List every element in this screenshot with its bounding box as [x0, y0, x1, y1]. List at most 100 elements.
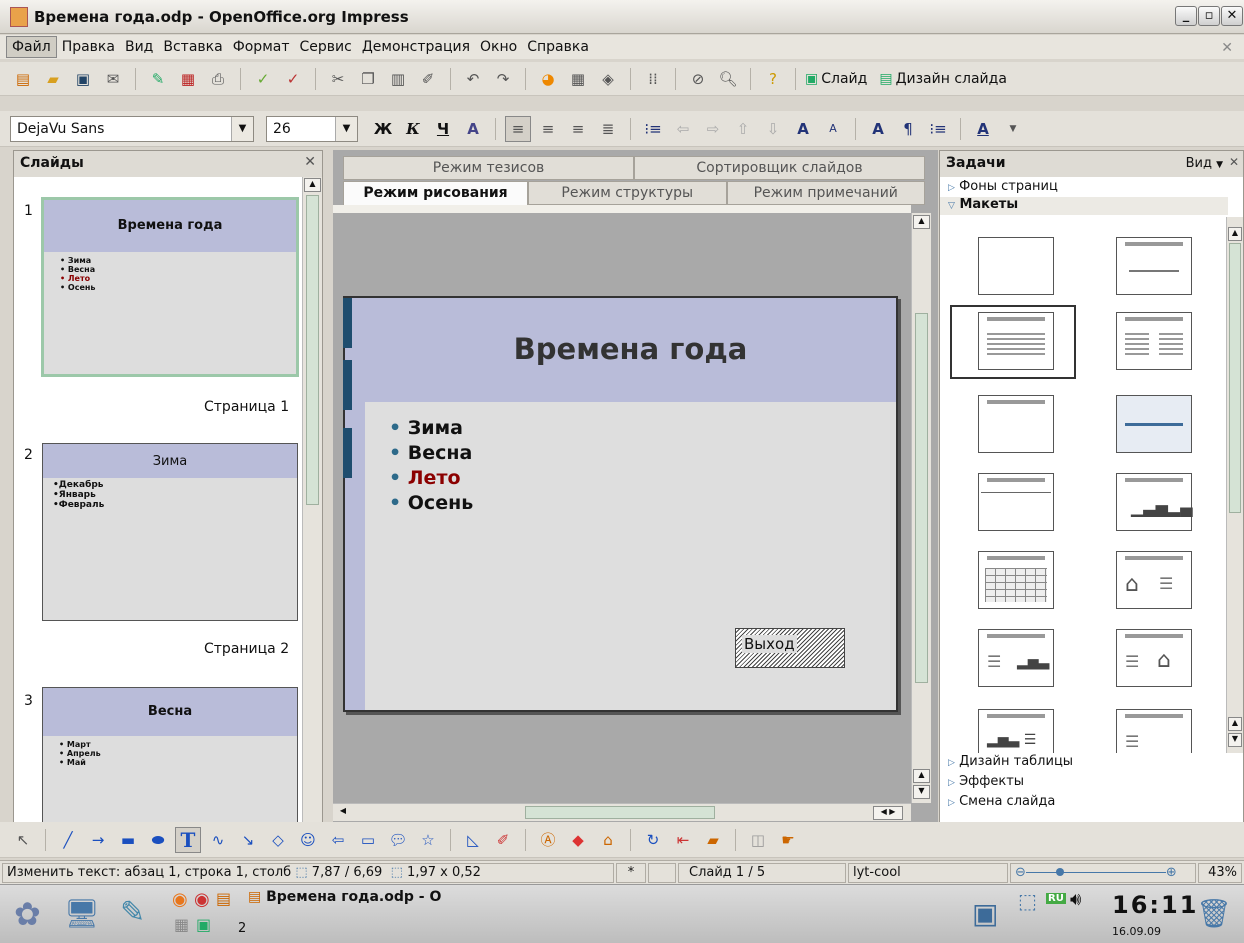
layout-title-2-content[interactable] [1116, 312, 1192, 370]
font-size-combo[interactable]: 26 ▼ [266, 115, 358, 142]
close-icon[interactable]: ✕ [1229, 155, 1239, 169]
minimize-button[interactable]: _ [1175, 6, 1197, 26]
browser-icon[interactable]: ◉ [194, 889, 210, 910]
align-center-icon[interactable]: ≡ [535, 116, 561, 142]
extrusion-icon[interactable]: ◫ [745, 827, 771, 853]
layout-title-slide[interactable] [978, 395, 1054, 453]
menu-window[interactable]: Окно [475, 37, 522, 57]
cut-icon[interactable]: ✂ [325, 66, 351, 92]
align-left-icon[interactable]: ≡ [505, 115, 531, 142]
trash-icon[interactable]: 🗑︎ [1196, 897, 1232, 930]
section-page-backgrounds[interactable]: ▷ Фоны страниц [940, 179, 1240, 197]
grid-icon[interactable]: ⁞⁞ [640, 66, 666, 92]
slide-button[interactable]: ▣ Слайд [805, 71, 867, 87]
undo-icon[interactable]: ↶ [460, 66, 486, 92]
layout-title-clipart-text[interactable]: ⌂ ☰ [1116, 551, 1192, 609]
spellcheck-icon[interactable]: ✓ [250, 66, 276, 92]
scroll-up-icon[interactable]: ▲ [1228, 717, 1242, 731]
layout-centered-text[interactable] [1116, 395, 1192, 453]
format-paintbrush-icon[interactable]: ✐ [415, 66, 441, 92]
menu-insert[interactable]: Вставка [158, 37, 227, 57]
desktop-number[interactable]: 2 [238, 921, 246, 936]
layouts-scrollbar[interactable]: ▲ ▲ ▼ [1226, 217, 1243, 753]
basic-shapes-icon[interactable]: ◇ [265, 827, 291, 853]
zoom-in-icon[interactable]: ⊕ [1166, 865, 1177, 880]
text-tool-icon[interactable]: T [175, 826, 201, 853]
pen-app-icon[interactable]: ✎ [120, 895, 145, 930]
workspace-vscrollbar[interactable]: ▲ ▲ ▼ [911, 213, 931, 803]
tab-normal[interactable]: Режим рисования [343, 181, 528, 205]
promote-icon[interactable]: ⇦ [670, 116, 696, 142]
underline-button[interactable]: Ч [430, 116, 456, 142]
slide-design-button[interactable]: ▤ Дизайн слайда [879, 71, 1007, 87]
scroll-down-icon[interactable]: ▼ [913, 785, 930, 799]
alignment-icon[interactable]: ⇤ [670, 827, 696, 853]
tab-slide-sorter[interactable]: Сортировщик слайдов [634, 156, 925, 180]
table-icon[interactable]: ▦ [565, 66, 591, 92]
arrange-icon[interactable]: ▰ [700, 827, 726, 853]
glue-points-icon[interactable]: ✐ [490, 827, 516, 853]
workspace-hscrollbar[interactable]: ◀ ◀ ▶ [333, 803, 911, 821]
tab-notes[interactable]: Режим примечаний [726, 181, 925, 205]
align-right-icon[interactable]: ≡ [565, 116, 591, 142]
scroll-up-icon[interactable]: ▲ [913, 215, 930, 229]
menu-slideshow[interactable]: Демонстрация [357, 37, 475, 57]
curve-icon[interactable]: ∿ [205, 827, 231, 853]
autospell-icon[interactable]: ✓ [280, 66, 306, 92]
bold-button[interactable]: Ж [370, 116, 396, 142]
chart-icon[interactable]: ◕ [535, 66, 561, 92]
tab-outline-view[interactable]: Режим структуры [528, 181, 727, 205]
fontwork-icon[interactable]: Ⓐ [535, 827, 561, 853]
layout-blank[interactable] [978, 237, 1054, 295]
section-effects[interactable]: ▷ Эффекты [940, 774, 1240, 792]
layout-title-table[interactable] [978, 551, 1054, 609]
firefox-icon[interactable]: ◉ [172, 889, 188, 910]
character-icon[interactable]: A [865, 116, 891, 142]
zoom-handle[interactable] [1055, 868, 1064, 876]
maximize-button[interactable]: ▫ [1198, 6, 1220, 26]
section-slide-transition[interactable]: ▷ Смена слайда [940, 794, 1240, 812]
slide-bullets[interactable]: • Зима • Весна • Лето • Осень [389, 416, 473, 516]
status-zoom[interactable]: 43% [1198, 863, 1242, 883]
email-icon[interactable]: ✉ [100, 66, 126, 92]
navigator-icon[interactable]: ⊘ [685, 66, 711, 92]
task-button[interactable]: ▤ Времена года.odp - O [248, 889, 516, 915]
points-icon[interactable]: ◺ [460, 827, 486, 853]
callouts-icon[interactable]: 💬︎ [385, 827, 411, 853]
paste-icon[interactable]: ▥ [385, 66, 411, 92]
layout-title-content[interactable] [978, 312, 1054, 370]
decrease-font-icon[interactable]: A [820, 116, 846, 142]
block-arrows-icon[interactable]: ⇦ [325, 827, 351, 853]
font-name-combo[interactable]: DejaVu Sans ▼ [10, 115, 254, 142]
exit-button[interactable]: Выход [742, 635, 797, 653]
save-icon[interactable]: ▣ [70, 66, 96, 92]
slide-canvas[interactable]: Времена года • Зима • Весна • Лето • Осе… [343, 296, 898, 712]
ellipse-icon[interactable]: ⬬ [145, 827, 171, 853]
bullets-numbering-icon[interactable]: ⁝≡ [925, 116, 951, 142]
move-down-icon[interactable]: ⇩ [760, 116, 786, 142]
paragraph-icon[interactable]: ¶ [895, 116, 921, 142]
new-document-icon[interactable]: ▤ [10, 66, 36, 92]
chevron-down-icon[interactable]: ▼ [1000, 116, 1026, 142]
font-color-icon[interactable]: A [970, 116, 996, 142]
demote-icon[interactable]: ⇨ [700, 116, 726, 142]
chevron-down-icon[interactable]: ▼ [335, 116, 357, 141]
section-layouts[interactable]: ▽ Макеты [940, 197, 1228, 215]
menu-file[interactable]: Файл [6, 36, 57, 58]
open-icon[interactable]: ▰ [40, 66, 66, 92]
stars-icon[interactable]: ☆ [415, 827, 441, 853]
select-arrow-icon[interactable]: ↖ [10, 827, 36, 853]
slide-thumbnail-1[interactable]: Времена года • Зима • Весна • Лето • Осе… [41, 197, 299, 377]
move-up-icon[interactable]: ⇧ [730, 116, 756, 142]
justify-icon[interactable]: ≣ [595, 116, 621, 142]
layout-text-clipart[interactable]: ☰ ⌂ [1116, 629, 1192, 687]
layout-title-only[interactable] [1116, 237, 1192, 295]
scrollbar-thumb[interactable] [306, 195, 319, 505]
scrollbar-thumb[interactable] [525, 806, 715, 819]
print-icon[interactable]: ⎙ [205, 66, 231, 92]
edit-file-icon[interactable]: ✎ [145, 66, 171, 92]
redo-icon[interactable]: ↷ [490, 66, 516, 92]
from-file-icon[interactable]: ◆ [565, 827, 591, 853]
line-icon[interactable]: ╱ [55, 827, 81, 853]
menu-format[interactable]: Формат [228, 37, 295, 57]
